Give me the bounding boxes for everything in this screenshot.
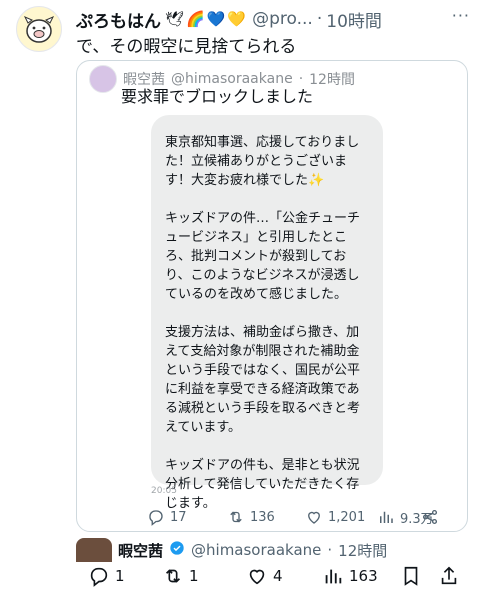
quoted-action-bar: 17 136 1,201 9.3万 (77, 506, 467, 528)
bookmark-button[interactable] (400, 565, 422, 587)
blue-heart-emoji: 💙 (206, 10, 226, 28)
retweet-button[interactable]: 136 (227, 508, 275, 526)
views-button[interactable]: 163 (322, 565, 378, 587)
reply-button[interactable]: 1 (88, 565, 125, 587)
quoted-time: 12時間 (309, 72, 355, 88)
avatar[interactable] (16, 6, 62, 52)
views-bar-icon (380, 511, 393, 523)
next-tweet-header: 暇空茜 @himasoraakane · 12時間 (76, 538, 387, 562)
views-count: 163 (349, 567, 378, 585)
separator-dot: · (316, 9, 323, 29)
next-tweet-avatar[interactable] (76, 538, 112, 562)
quoted-tweet-card[interactable]: 暇空茜 @himasoraakane · 12時間 要求罪でブロックしました 東… (76, 60, 468, 532)
message-timestamp: 20:05 (151, 486, 177, 496)
retweet-button[interactable]: 1 (162, 565, 199, 587)
verified-badge-icon (169, 540, 185, 560)
share-icon (422, 509, 438, 525)
tweet-header: ぷろもはん 🕊 🌈 💙 💛 @pro... · 10時間 (76, 6, 468, 32)
like-button[interactable]: 4 (246, 565, 283, 587)
dove-emoji: 🕊 (165, 10, 185, 28)
views-bar-icon (325, 569, 342, 584)
rainbow-emoji: 🌈 (186, 10, 205, 28)
share-button[interactable] (421, 508, 439, 526)
heart-icon (249, 569, 265, 585)
tweet-time[interactable]: 10時間 (326, 7, 382, 32)
next-tweet-handle[interactable]: @himasoraakane (191, 541, 321, 559)
next-tweet-name[interactable]: 暇空茜 (118, 540, 163, 561)
reply-button[interactable]: 17 (147, 508, 187, 526)
separator-dot: · (327, 541, 333, 559)
next-tweet-time[interactable]: 12時間 (338, 540, 387, 561)
like-button[interactable]: 1,201 (305, 508, 365, 526)
reply-icon (90, 567, 108, 587)
pig-avatar-icon (18, 8, 60, 50)
bookmark-icon (404, 566, 418, 586)
display-name[interactable]: ぷろもはん (76, 7, 161, 32)
message-text: 東京都知事選、応援しておりました！立候補ありがとうございます！大変お疲れ様でした… (165, 135, 361, 511)
like-count: 4 (273, 567, 283, 585)
more-options-icon[interactable]: ··· (452, 6, 470, 25)
quoted-tweet-text: 要求罪でブロックしました (121, 87, 314, 106)
tweet-action-bar: 1 1 4 163 (0, 565, 480, 589)
share-icon (441, 566, 457, 585)
quoted-avatar (89, 65, 117, 93)
like-count: 1,201 (328, 509, 366, 525)
reply-count: 1 (115, 567, 125, 585)
reply-count: 17 (170, 509, 187, 525)
retweet-count: 1 (189, 567, 199, 585)
heart-icon (308, 511, 320, 524)
tweet-text: で、その暇空に見捨てられる (76, 37, 297, 57)
reply-icon (149, 510, 163, 526)
message-bubble: 東京都知事選、応援しておりました！立候補ありがとうございます！大変お疲れ様でした… (151, 115, 383, 511)
share-button[interactable] (438, 565, 460, 587)
retweet-icon (230, 511, 242, 523)
retweet-icon (165, 569, 181, 583)
user-handle[interactable]: @pro... (252, 9, 313, 29)
yellow-heart-emoji: 💛 (227, 10, 247, 28)
retweet-count: 136 (250, 509, 275, 525)
